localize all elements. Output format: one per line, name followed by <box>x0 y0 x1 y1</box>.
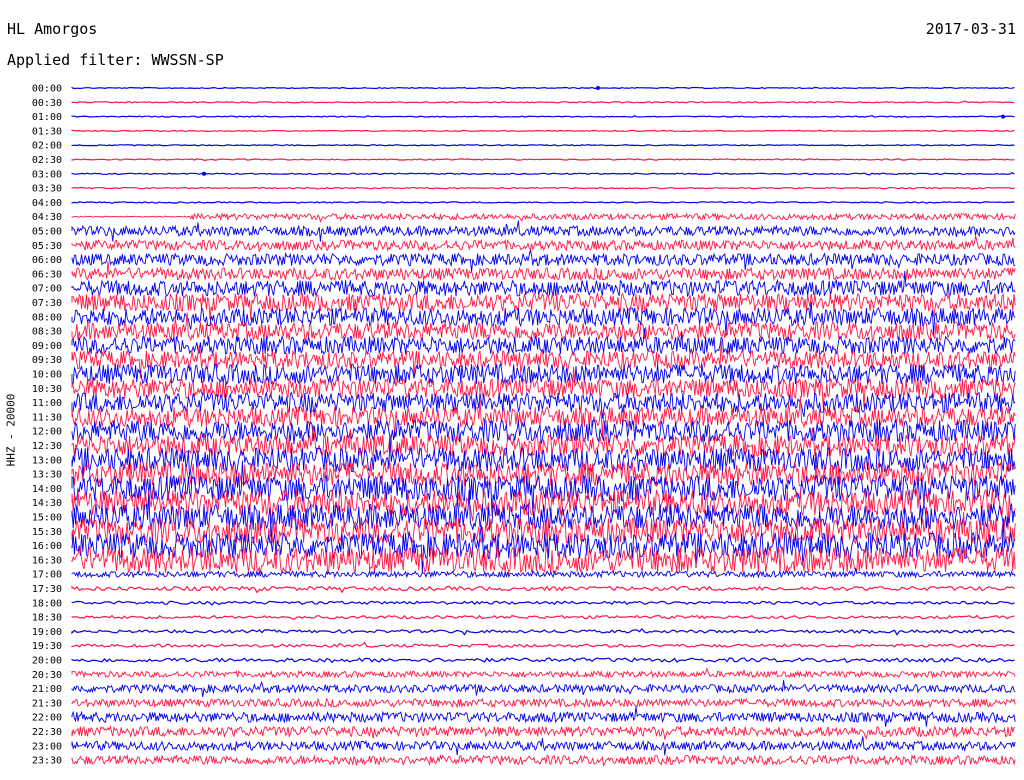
time-tick-label: 17:00 <box>32 570 62 581</box>
time-tick-label: 15:00 <box>32 513 62 524</box>
time-tick-label: 00:30 <box>32 98 62 109</box>
time-tick-label: 00:00 <box>32 84 62 95</box>
time-tick-label: 04:30 <box>32 212 62 223</box>
time-tick-label: 03:30 <box>32 184 62 195</box>
trace-row-0000 <box>71 86 1015 90</box>
time-tick-label: 07:00 <box>32 284 62 295</box>
time-tick-label: 15:30 <box>32 527 62 538</box>
trace-row-0230 <box>71 158 1015 162</box>
time-tick-label: 22:00 <box>32 713 62 724</box>
time-tick-label: 13:00 <box>32 455 62 466</box>
trace-row-1900 <box>71 627 1015 636</box>
time-tick-label: 11:00 <box>32 398 62 409</box>
time-tick-label: 13:30 <box>32 470 62 481</box>
tick-labels: 00:00 00:30 01:00 01:30 02:00 02:30 03:00 03:30… <box>32 84 62 767</box>
trace-row-0130 <box>71 129 1015 133</box>
time-tick-label: 03:00 <box>32 169 62 180</box>
trace-row-1800 <box>71 600 1015 606</box>
trace-row-1730 <box>71 585 1015 594</box>
trace-row-1000 <box>71 362 1016 386</box>
event-marker <box>1001 114 1005 119</box>
time-tick-label: 08:00 <box>32 312 62 323</box>
time-tick-label: 16:30 <box>32 555 62 566</box>
time-tick-label: 01:00 <box>32 112 62 123</box>
time-tick-label: 11:30 <box>32 412 62 423</box>
time-tick-label: 19:30 <box>32 641 62 652</box>
time-tick-label: 05:00 <box>32 227 62 238</box>
trace-row-1930 <box>71 641 1015 648</box>
time-tick-label: 18:00 <box>32 598 62 609</box>
time-tick-label: 16:00 <box>32 541 62 552</box>
time-tick-label: 20:00 <box>32 656 62 667</box>
time-tick-label: 14:00 <box>32 484 62 495</box>
time-tick-label: 20:30 <box>32 670 62 681</box>
trace-row-0400 <box>71 201 1015 205</box>
trace-row-0530 <box>71 235 1016 253</box>
trace-row-2000 <box>71 657 1015 664</box>
trace-row-2030 <box>71 667 1016 680</box>
trace-row-0500 <box>71 220 1016 242</box>
time-tick-label: 19:00 <box>32 627 62 638</box>
trace-row-0700 <box>71 270 1016 298</box>
time-tick-label: 06:30 <box>32 269 62 280</box>
time-tick-label: 02:00 <box>32 141 62 152</box>
trace-row-0600 <box>71 249 1016 273</box>
event-marker <box>202 171 206 176</box>
time-tick-label: 10:00 <box>32 370 62 381</box>
traces <box>71 86 1016 767</box>
trace-row-2130 <box>71 697 1016 709</box>
trace-row-0330 <box>71 186 1015 190</box>
time-tick-label: 12:30 <box>32 441 62 452</box>
trace-row-0100 <box>71 114 1015 118</box>
event-marker <box>596 86 600 90</box>
time-tick-label: 08:30 <box>32 327 62 338</box>
time-tick-label: 21:30 <box>32 698 62 709</box>
time-tick-label: 23:30 <box>32 756 62 767</box>
helicorder-plot: 00:00 00:30 01:00 01:30 02:00 02:30 03:00 03:30… <box>32 84 1016 767</box>
time-tick-label: 09:30 <box>32 355 62 366</box>
time-tick-label: 09:00 <box>32 341 62 352</box>
time-tick-label: 10:30 <box>32 384 62 395</box>
time-tick-label: 23:00 <box>32 741 62 752</box>
time-tick-label: 14:30 <box>32 498 62 509</box>
trace-row-2230 <box>71 724 1016 740</box>
trace-row-0300 <box>71 172 1015 176</box>
trace-row-0030 <box>71 100 1015 104</box>
time-tick-label: 22:30 <box>32 727 62 738</box>
trace-row-2300 <box>71 736 1016 756</box>
time-tick-label: 07:30 <box>32 298 62 309</box>
trace-row-2200 <box>71 706 1016 727</box>
trace-row-2330 <box>71 753 1016 767</box>
time-tick-label: 04:00 <box>32 198 62 209</box>
trace-row-0430 <box>71 212 1016 223</box>
trace-row-1830 <box>71 614 1015 620</box>
trace-row-0900 <box>71 328 1016 356</box>
trace-row-0630 <box>71 261 1016 282</box>
time-tick-label: 18:30 <box>32 613 62 624</box>
trace-row-0200 <box>71 144 1015 147</box>
time-tick-label: 17:30 <box>32 584 62 595</box>
time-tick-label: 06:00 <box>32 255 62 266</box>
time-tick-label: 05:30 <box>32 241 62 252</box>
trace-row-2100 <box>71 680 1016 697</box>
time-tick-label: 02:30 <box>32 155 62 166</box>
time-tick-label: 01:30 <box>32 126 62 137</box>
time-tick-label: 12:00 <box>32 427 62 438</box>
time-tick-label: 21:00 <box>32 684 62 695</box>
trace-row-1700 <box>71 567 1016 579</box>
